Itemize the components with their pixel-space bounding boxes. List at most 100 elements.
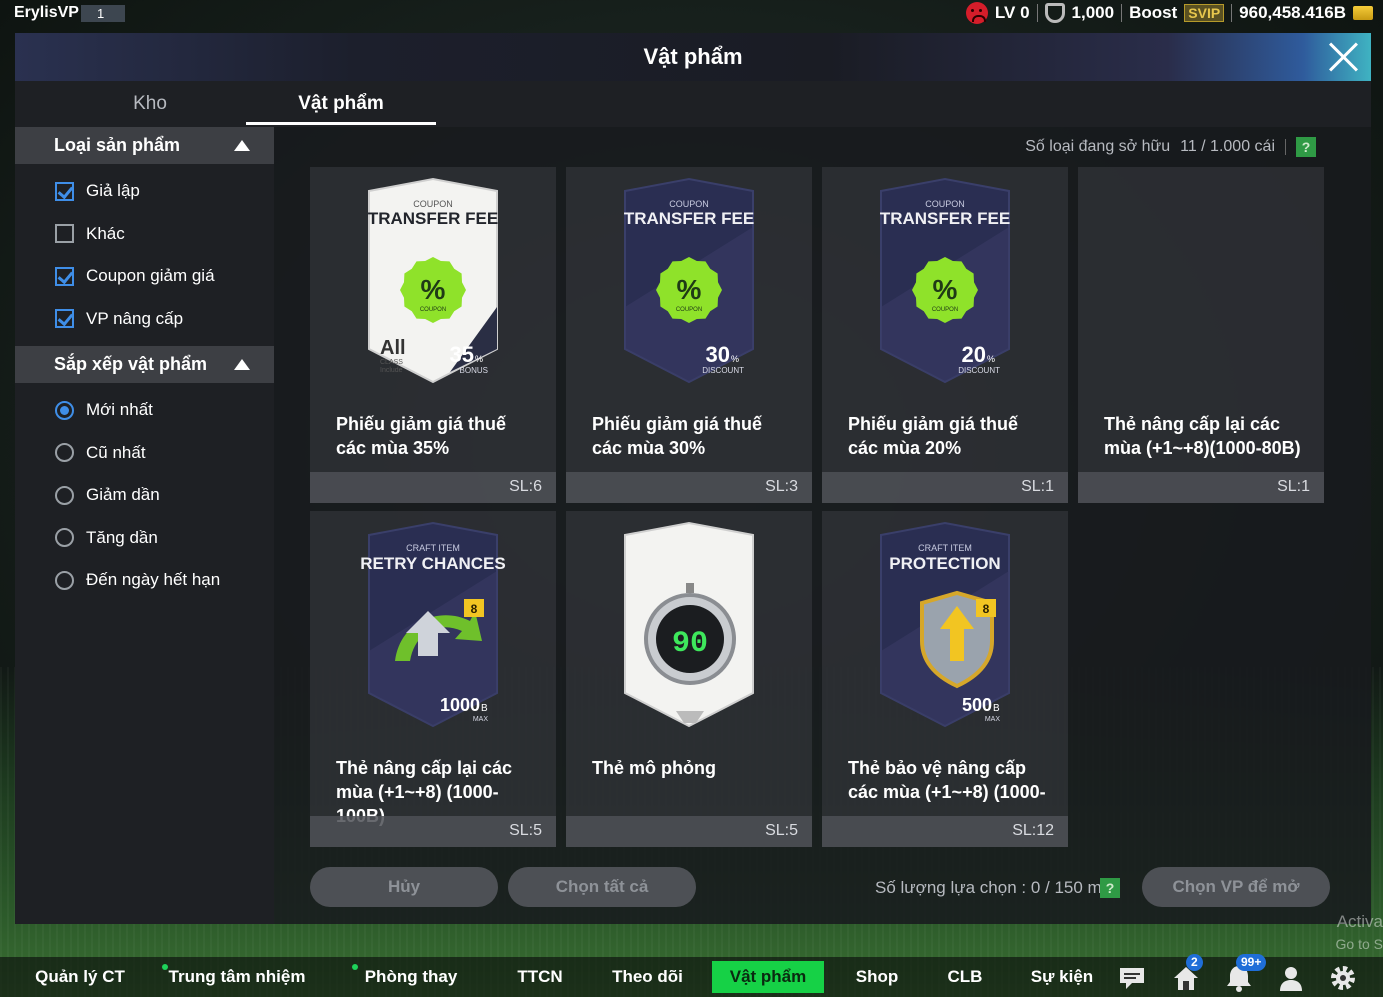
notification-badge: 99+ — [1236, 954, 1267, 971]
tab-bar: Kho Vật phẩm — [15, 81, 1371, 127]
new-dot-icon — [352, 964, 358, 970]
class-small: Include — [380, 367, 403, 374]
settings-gear-icon[interactable] — [1328, 963, 1358, 993]
nav-label: CLB — [947, 967, 983, 986]
mood-icon — [965, 2, 988, 24]
nav-label: Quản lý CT — [35, 967, 125, 986]
item-card[interactable]: 90 Thẻ mô phỏng SL:5 — [566, 511, 812, 847]
profile-icon[interactable] — [1276, 963, 1306, 993]
item-card[interactable]: COUPON TRANSFER FEE% COUPON 35% BONUS All CLAS… — [310, 167, 556, 503]
item-card[interactable]: COUPON TRANSFER FEE% COUPON 30% DISCOUNT Phi… — [566, 167, 812, 503]
item-name: Phiếu giảm giá thuế các mùa 20% — [848, 414, 1019, 458]
collapse-arrow-icon — [234, 140, 250, 151]
stopwatch-stem-icon — [686, 583, 694, 593]
sort-section-header[interactable]: Sắp xếp vật phẩm — [15, 346, 274, 383]
craft-card-art: CRAFT ITEMPROTECTION 8 500 B MAX — [880, 521, 1010, 728]
window-title: Vật phẩm — [643, 44, 743, 69]
window-header: Vật phẩm — [15, 33, 1371, 81]
nav-trung-tam-nhiem-vu[interactable]: Trung tâm nhiệm vụ — [162, 957, 312, 997]
sort-option-oldest[interactable]: Cũ nhất — [15, 432, 274, 475]
checkbox-checked-icon[interactable] — [55, 309, 74, 329]
open-items-button[interactable]: Chọn VP để mở — [1142, 867, 1330, 907]
coupon-value-sub: DISCOUNT — [702, 366, 744, 375]
checkbox-checked-icon[interactable] — [55, 266, 74, 286]
nav-label: Trung tâm nhiệm vụ — [168, 967, 306, 986]
divider — [1121, 4, 1123, 22]
filter-section-title: Loại sản phẩm — [54, 135, 181, 155]
nav-theo-doi[interactable]: Theo dõi — [605, 957, 690, 997]
chat-icon[interactable] — [1117, 963, 1147, 993]
new-dot-icon — [162, 964, 168, 970]
craft-value-sub: MAX — [473, 716, 489, 723]
sort-option-label: Giảm dần — [86, 485, 160, 505]
nav-ttcn[interactable]: TTCN — [505, 957, 575, 997]
item-qty-bar: SL:5 — [310, 816, 556, 847]
boost-label[interactable]: Boost — [1129, 3, 1177, 23]
filter-section-header[interactable]: Loại sản phẩm — [15, 127, 274, 164]
filter-option-label: Giả lập — [86, 181, 140, 201]
cancel-button[interactable]: Hủy — [310, 867, 498, 907]
sort-option-label: Tăng dần — [86, 527, 158, 547]
help-icon[interactable]: ? — [1100, 878, 1120, 898]
radio-unselected-icon[interactable] — [55, 443, 74, 463]
help-icon[interactable]: ? — [1296, 137, 1316, 157]
craft-title: PROTECTION — [889, 554, 1000, 573]
nav-label: Sự kiện — [1030, 967, 1094, 986]
filter-option-label: VP nâng cấp — [86, 308, 184, 328]
status-right: LV 0 1,000 Boost SVIP 960,458.416B — [965, 2, 1373, 24]
item-qty: SL:5 — [765, 822, 798, 839]
nav-su-kien[interactable]: Sự kiện — [1026, 957, 1098, 997]
item-card[interactable]: Thẻ nâng cấp lại các mùa (+1~+8)(1000-80… — [1078, 167, 1324, 503]
item-card[interactable]: CRAFT ITEM PROTECTION 8 500 B MAX Thẻ bảo vệ … — [822, 511, 1068, 847]
radio-unselected-icon[interactable] — [55, 570, 74, 590]
item-qty: SL:1 — [1021, 478, 1054, 495]
coupon-title: TRANSFER FEE — [624, 209, 754, 228]
filter-option-coupon[interactable]: Coupon giảm giá — [15, 255, 274, 298]
items-window: Vật phẩm Kho Vật phẩm Loại sản phẩm Giả … — [15, 33, 1371, 924]
sort-option-label: Đến ngày hết hạn — [86, 570, 221, 590]
nav-quan-ly-ct[interactable]: Quản lý CT — [30, 957, 130, 997]
filter-option-khac[interactable]: Khác — [15, 213, 274, 256]
craft-value-sub: MAX — [985, 716, 1001, 723]
radio-unselected-icon[interactable] — [55, 485, 74, 505]
nav-label: Vật phẩm — [729, 967, 807, 986]
class-big: All — [380, 337, 406, 359]
tab-vat-pham[interactable]: Vật phẩm — [246, 81, 436, 127]
item-card[interactable]: COUPON TRANSFER FEE% COUPON 20% DISCOUNT Phi… — [822, 167, 1068, 503]
item-name: Thẻ mô phỏng — [592, 758, 716, 778]
bottom-nav: Quản lý CT Trung tâm nhiệm vụ Phòng thay… — [0, 954, 1383, 997]
nav-shop[interactable]: Shop — [848, 957, 906, 997]
coupon-value: 20 — [962, 342, 986, 367]
svip-badge[interactable]: SVIP — [1184, 4, 1225, 22]
radio-unselected-icon[interactable] — [55, 528, 74, 548]
nav-phong-thay-do[interactable]: Phòng thay đồ — [352, 957, 470, 997]
sort-option-expiry[interactable]: Đến ngày hết hạn — [15, 559, 274, 602]
owned-count: Số loại đang sở hữu 11 / 1.000 cái ? — [1025, 137, 1316, 157]
checkbox-checked-icon[interactable] — [55, 181, 74, 201]
item-card[interactable]: CRAFT ITEM RETRY CHANCES 8 1000 B MAX Thẻ nân… — [310, 511, 556, 847]
sort-option-newest[interactable]: Mới nhất — [15, 389, 274, 432]
coupon-card-art: COUPONTRANSFER FEE%COUPON20 %DISCOUNT — [880, 177, 1010, 384]
nav-label: TTCN — [517, 967, 563, 986]
close-button[interactable] — [1329, 42, 1359, 72]
tab-kho[interactable]: Kho — [55, 81, 245, 127]
select-all-button[interactable]: Chọn tất cả — [508, 867, 696, 907]
craft-unit: B — [993, 703, 1000, 714]
player-badge: 1 — [81, 5, 125, 22]
checkbox-unchecked-icon[interactable] — [55, 224, 74, 244]
filter-option-vp-nang-cap[interactable]: VP nâng cấp — [15, 298, 274, 341]
nav-clb[interactable]: CLB — [940, 957, 990, 997]
item-qty: SL:1 — [1277, 478, 1310, 495]
empty-card-art — [1078, 167, 1324, 402]
level-label: LV 0 — [994, 3, 1030, 22]
radio-selected-icon[interactable] — [55, 400, 74, 420]
filter-option-gia-lap[interactable]: Giả lập — [15, 170, 274, 213]
divider — [1231, 4, 1233, 22]
craft-title: RETRY CHANCES — [360, 554, 505, 573]
badge-percent: % — [421, 274, 446, 305]
sort-option-descending[interactable]: Giảm dần — [15, 474, 274, 517]
nav-vat-pham[interactable]: Vật phẩm — [712, 961, 824, 993]
sort-option-ascending[interactable]: Tăng dần — [15, 517, 274, 560]
sort-section-title: Sắp xếp vật phẩm — [54, 354, 208, 374]
item-qty-bar: SL:6 — [310, 472, 556, 503]
